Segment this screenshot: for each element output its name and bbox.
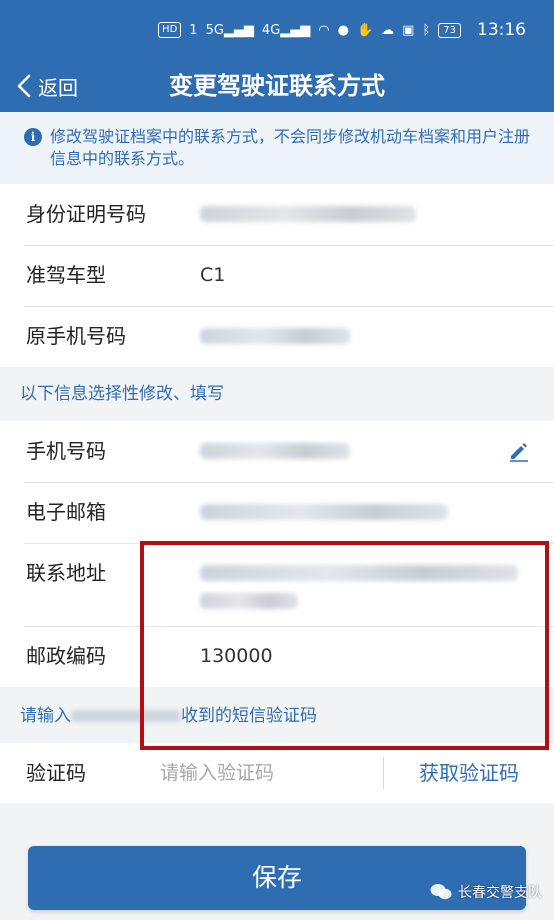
verify-code-input[interactable]	[160, 753, 372, 793]
old-phone-value-redacted	[200, 328, 350, 344]
hand-icon: ✋	[356, 22, 374, 38]
sim-slot: 1	[189, 22, 198, 38]
address-value-redacted-line2	[200, 593, 298, 609]
chevron-left-icon	[17, 74, 31, 98]
back-button[interactable]: 返回	[16, 60, 78, 112]
notice-text: 修改驾驶证档案中的联系方式，不会同步修改机动车档案和用户注册信息中的联系方式。	[50, 127, 531, 168]
optional-section-label: 以下信息选择性修改、填写	[20, 384, 224, 404]
sms-prompt-prefix: 请输入	[20, 706, 71, 726]
notice-banner: i 修改驾驶证档案中的联系方式，不会同步修改机动车档案和用户注册信息中的联系方式…	[0, 112, 554, 184]
hd-badge: HD	[158, 22, 182, 38]
back-label: 返回	[38, 75, 78, 100]
postcode-value: 130000	[200, 645, 273, 667]
postcode-row[interactable]: 邮政编码 130000	[0, 626, 554, 687]
license-class-value: C1	[200, 264, 226, 286]
email-row[interactable]: 电子邮箱	[0, 482, 554, 543]
wifi-icon: ◠	[318, 22, 330, 38]
info-icon: i	[24, 128, 42, 146]
sms-prompt-suffix: 收到的短信验证码	[181, 706, 317, 726]
sms-phone-redacted	[71, 710, 181, 722]
watermark: 长春交警支队	[430, 882, 542, 902]
address-label: 联系地址	[26, 561, 106, 585]
phone-value-redacted	[200, 443, 350, 459]
license-class-label: 准驾车型	[26, 263, 106, 287]
license-info-group: 身份证明号码 准驾车型 C1 原手机号码	[0, 184, 554, 367]
cloud-icon: ☁	[381, 22, 395, 38]
battery-icon: 73	[438, 22, 461, 38]
message-icon: ●	[337, 22, 349, 38]
get-code-button[interactable]: 获取验证码	[384, 743, 554, 803]
bluetooth-icon: ᛒ	[422, 22, 431, 38]
wechat-logo-icon	[430, 884, 452, 900]
email-label: 电子邮箱	[26, 500, 106, 524]
address-row[interactable]: 联系地址	[0, 543, 554, 626]
old-phone-row: 原手机号码	[0, 306, 554, 367]
address-value-redacted-line1	[200, 565, 518, 581]
status-icons: HD 1 5G▂▄▆ 4G▂▄▆ ◠ ● ✋ ☁ ▣ ᛒ 73	[158, 22, 461, 38]
id-number-value-redacted	[200, 206, 416, 222]
watermark-text: 长春交警支队	[458, 885, 542, 901]
verify-code-row: 验证码 获取验证码	[0, 743, 554, 803]
verify-code-label: 验证码	[26, 761, 86, 785]
sms-prompt: 请输入 收到的短信验证码	[0, 689, 554, 743]
optional-fields-group: 手机号码 电子邮箱 联系地址 邮政编码 130000	[0, 421, 554, 687]
id-number-label: 身份证明号码	[26, 202, 146, 226]
license-class-row: 准驾车型 C1	[0, 245, 554, 306]
id-number-row: 身份证明号码	[0, 184, 554, 245]
edit-icon[interactable]	[508, 440, 530, 462]
signal-5g-icon: 5G▂▄▆	[205, 22, 254, 38]
old-phone-label: 原手机号码	[26, 324, 126, 348]
signal-4g-icon: 4G▂▄▆	[261, 22, 311, 38]
calendar-icon: ▣	[402, 22, 415, 38]
status-time: 13:16	[477, 20, 526, 40]
phone-label: 手机号码	[26, 439, 106, 463]
phone-row[interactable]: 手机号码	[0, 421, 554, 482]
postcode-label: 邮政编码	[26, 644, 106, 668]
status-bar: HD 1 5G▂▄▆ 4G▂▄▆ ◠ ● ✋ ☁ ▣ ᛒ 73 13:16	[0, 0, 554, 60]
email-value-redacted	[200, 504, 448, 520]
page-title: 变更驾驶证联系方式	[169, 72, 385, 100]
title-bar: 返回 变更驾驶证联系方式	[0, 60, 554, 112]
